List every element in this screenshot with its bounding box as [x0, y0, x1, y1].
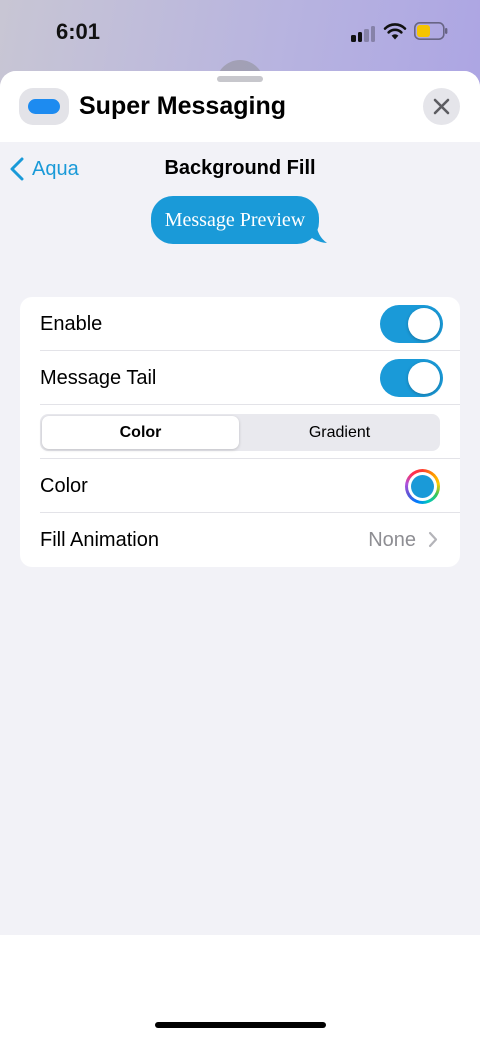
message-preview: Message Preview [151, 196, 327, 244]
enable-label: Enable [40, 313, 103, 335]
home-indicator[interactable] [155, 1022, 326, 1028]
fill-type-segmented-control: Color Gradient [40, 414, 440, 451]
segment-color[interactable]: Color [42, 416, 239, 449]
status-time: 6:01 [56, 19, 101, 44]
settings-sheet: Super Messaging Aqua Background Fill Mes… [0, 71, 480, 1039]
color-row: Color [20, 459, 460, 513]
page-title: Background Fill [164, 157, 316, 179]
settings-group: Enable Message Tail Color Gradient Color [20, 297, 460, 567]
fill-animation-row[interactable]: Fill Animation None [20, 513, 460, 567]
sheet-grabber[interactable] [217, 76, 263, 82]
message-preview-bubble: Message Preview [151, 196, 319, 244]
color-well[interactable] [405, 469, 440, 504]
message-tail-row: Message Tail [20, 351, 460, 405]
cellular-signal-icon [351, 24, 377, 42]
battery-icon [414, 22, 448, 40]
wifi-icon [383, 23, 407, 40]
enable-row: Enable [20, 297, 460, 351]
close-icon [433, 98, 450, 115]
close-button[interactable] [423, 88, 460, 125]
segment-gradient[interactable]: Gradient [241, 416, 438, 449]
bubble-tail [303, 222, 327, 243]
fill-animation-label: Fill Animation [40, 529, 159, 551]
app-title: Super Messaging [79, 92, 286, 120]
sheet-header: Super Messaging [0, 71, 480, 142]
fill-type-row: Color Gradient [20, 405, 460, 459]
message-tail-toggle[interactable] [380, 359, 443, 397]
message-tail-label: Message Tail [40, 367, 157, 389]
chevron-right-icon [428, 531, 438, 548]
message-bubble-icon [19, 88, 69, 125]
fill-animation-value: None [368, 529, 416, 551]
color-label: Color [40, 475, 88, 497]
enable-toggle[interactable] [380, 305, 443, 343]
